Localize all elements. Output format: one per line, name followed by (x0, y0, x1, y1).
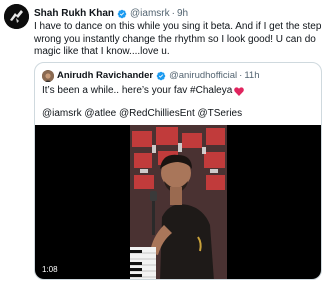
quoted-author-avatar[interactable] (42, 70, 54, 82)
tweet-header: Shah Rukh Khan @iamsrk · 9h (34, 8, 188, 20)
tweet-timestamp[interactable]: 9h (177, 8, 188, 20)
quoted-tweet-header: Anirudh Ravichander @anirudhofficial · 1… (57, 70, 260, 82)
quoted-tweet[interactable]: Anirudh Ravichander @anirudhofficial · 1… (34, 62, 322, 280)
quoted-author-handle[interactable]: @anirudhofficial (169, 70, 237, 82)
separator-dot: · (171, 8, 175, 19)
video-duration: 1:08 (39, 264, 61, 276)
author-avatar[interactable] (4, 4, 29, 29)
author-name[interactable]: Shah Rukh Khan (34, 8, 114, 20)
heart-emoji-icon (234, 86, 245, 96)
quoted-author-name[interactable]: Anirudh Ravichander (57, 70, 153, 82)
video-player[interactable]: 1:08 (35, 125, 321, 279)
quoted-tweet-mentions: @iamsrk @atlee @RedChilliesEnt @TSeries (42, 108, 243, 119)
tweet-text: I have to dance on this while you sing i… (34, 21, 322, 57)
quoted-tweet-timestamp[interactable]: 11h (244, 70, 259, 82)
quoted-tweet-text-content: It’s been a while.. here’s your fav #Cha… (42, 85, 233, 96)
separator-dot: · (239, 70, 243, 81)
verified-badge-icon (156, 71, 166, 81)
video-thumbnail (130, 125, 227, 279)
author-handle[interactable]: @iamsrk (130, 8, 170, 20)
verified-badge-icon (117, 9, 127, 19)
tweet[interactable]: Shah Rukh Khan @iamsrk · 9h I have to da… (0, 0, 326, 281)
quoted-tweet-text: It’s been a while.. here’s your fav #Cha… (42, 85, 245, 97)
